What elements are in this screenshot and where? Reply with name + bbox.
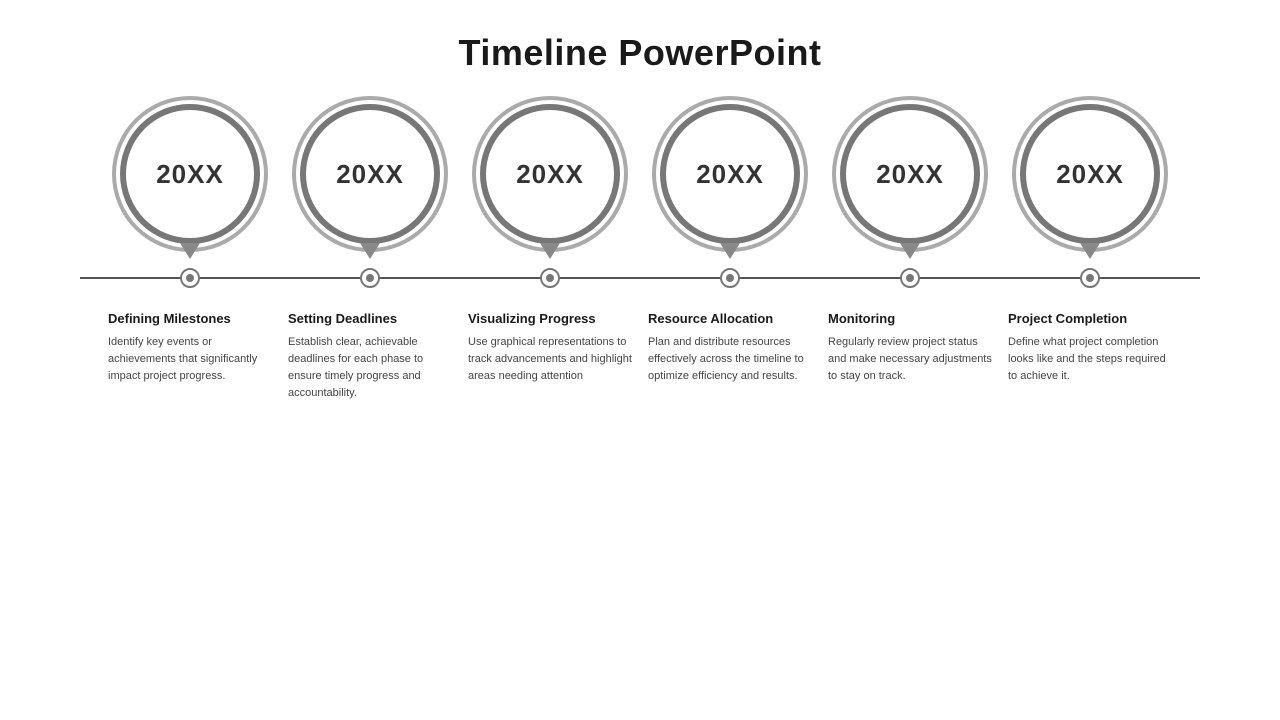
label-desc-2: Establish clear, achievable deadlines fo…	[288, 334, 452, 402]
label-desc-3: Use graphical representations to track a…	[468, 334, 632, 385]
circle-pointer-6	[1080, 243, 1100, 259]
label-item-1: Defining Milestones Identify key events o…	[100, 311, 280, 385]
label-title-5: Monitoring	[828, 311, 895, 328]
timeline-dot-inner-1	[186, 274, 194, 282]
timeline-dot-wrap-4	[640, 268, 820, 288]
circle-item-2: 20XX	[280, 104, 460, 259]
timeline-dot-1	[180, 268, 200, 288]
circle-bubble-5: 20XX	[840, 104, 980, 244]
label-desc-1: Identify key events or achievements that…	[108, 334, 272, 385]
circle-year-1: 20XX	[156, 159, 224, 190]
circle-pointer-5	[900, 243, 920, 259]
label-desc-4: Plan and distribute resources effectivel…	[648, 334, 812, 385]
timeline-dot-wrap-1	[100, 268, 280, 288]
label-title-2: Setting Deadlines	[288, 311, 397, 328]
circle-item-4: 20XX	[640, 104, 820, 259]
circle-item-1: 20XX	[100, 104, 280, 259]
label-title-1: Defining Milestones	[108, 311, 231, 328]
timeline-dot-wrap-5	[820, 268, 1000, 288]
circle-item-5: 20XX	[820, 104, 1000, 259]
timeline-dot-inner-5	[906, 274, 914, 282]
circle-item-3: 20XX	[460, 104, 640, 259]
circle-bubble-1: 20XX	[120, 104, 260, 244]
circle-bubble-3: 20XX	[480, 104, 620, 244]
timeline-area: 20XX 20XX 20XX 20XX 20XX 20XX Defining Milest…	[0, 104, 1280, 402]
timeline-dot-wrap-3	[460, 268, 640, 288]
label-title-6: Project Completion	[1008, 311, 1127, 328]
circle-pointer-1	[180, 243, 200, 259]
timeline-dot-2	[360, 268, 380, 288]
timeline-dot-5	[900, 268, 920, 288]
labels-row: Defining Milestones Identify key events o…	[40, 311, 1240, 402]
circle-pointer-4	[720, 243, 740, 259]
circle-bubble-2: 20XX	[300, 104, 440, 244]
label-desc-6: Define what project completion looks lik…	[1008, 334, 1172, 385]
circle-bubble-6: 20XX	[1020, 104, 1160, 244]
circle-year-5: 20XX	[876, 159, 944, 190]
label-item-6: Project Completion Define what project co…	[1000, 311, 1180, 385]
circle-year-6: 20XX	[1056, 159, 1124, 190]
label-desc-5: Regularly review project status and make…	[828, 334, 992, 385]
timeline-dot-6	[1080, 268, 1100, 288]
label-item-3: Visualizing Progress Use graphical repres…	[460, 311, 640, 385]
page-title: Timeline PowerPoint	[459, 32, 822, 74]
timeline-dot-inner-2	[366, 274, 374, 282]
timeline-dot-inner-6	[1086, 274, 1094, 282]
label-item-4: Resource Allocation Plan and distribute r…	[640, 311, 820, 385]
circle-bubble-4: 20XX	[660, 104, 800, 244]
circle-year-2: 20XX	[336, 159, 404, 190]
timeline-dot-inner-3	[546, 274, 554, 282]
timeline-line-row	[40, 263, 1240, 293]
timeline-dot-wrap-6	[1000, 268, 1180, 288]
dots-row	[40, 268, 1240, 288]
label-item-5: Monitoring Regularly review project statu…	[820, 311, 1000, 385]
circle-year-4: 20XX	[696, 159, 764, 190]
circles-row: 20XX 20XX 20XX 20XX 20XX 20XX	[40, 104, 1240, 259]
timeline-dot-inner-4	[726, 274, 734, 282]
label-item-2: Setting Deadlines Establish clear, achiev…	[280, 311, 460, 402]
timeline-dot-wrap-2	[280, 268, 460, 288]
circle-pointer-3	[540, 243, 560, 259]
label-title-3: Visualizing Progress	[468, 311, 596, 328]
label-title-4: Resource Allocation	[648, 311, 773, 328]
circle-item-6: 20XX	[1000, 104, 1180, 259]
circle-pointer-2	[360, 243, 380, 259]
timeline-dot-3	[540, 268, 560, 288]
circle-year-3: 20XX	[516, 159, 584, 190]
timeline-dot-4	[720, 268, 740, 288]
